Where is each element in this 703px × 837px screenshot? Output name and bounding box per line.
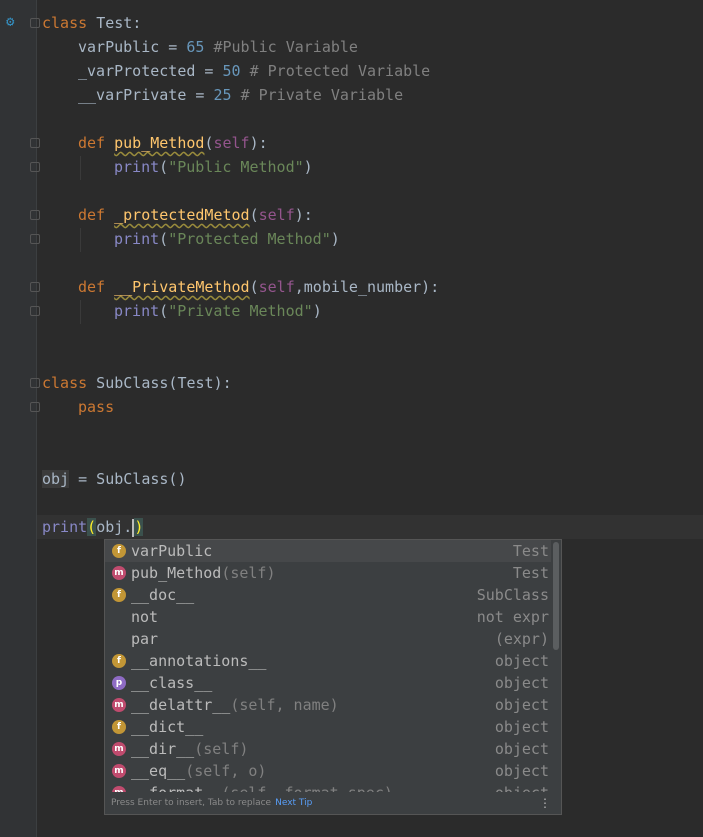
- completion-item-name: par: [131, 630, 159, 648]
- completion-item-type: object: [494, 762, 549, 780]
- field-icon: f: [112, 720, 126, 734]
- completion-item-name: __delattr__(self, name): [131, 696, 339, 714]
- completion-item[interactable]: not not expr: [105, 606, 551, 628]
- fold-marker[interactable]: [30, 306, 40, 316]
- completion-item-type: SubClass: [476, 586, 549, 604]
- method-icon: m: [112, 742, 126, 756]
- fold-marker[interactable]: [30, 138, 40, 148]
- completion-item-type: Test: [512, 542, 549, 560]
- code-line: def pub_Method(self):: [78, 134, 268, 152]
- fold-marker[interactable]: [30, 210, 40, 220]
- fold-marker[interactable]: [30, 378, 40, 388]
- code-line: def _protectedMetod(self):: [78, 206, 313, 224]
- completion-item-name: __eq__(self, o): [131, 762, 267, 780]
- completion-item-name: varPublic: [131, 542, 213, 560]
- completion-item[interactable]: f varPublic Test: [105, 540, 551, 562]
- fold-marker[interactable]: [30, 18, 40, 28]
- method-icon: m: [112, 566, 126, 580]
- completion-item[interactable]: m __eq__(self, o) object: [105, 760, 551, 782]
- fold-marker[interactable]: [30, 162, 40, 172]
- completion-item[interactable]: m pub_Method(self) Test: [105, 562, 551, 584]
- completion-item-name: pub_Method(self): [131, 564, 276, 582]
- indent-guide: [80, 300, 81, 324]
- matched-brace: ): [134, 518, 144, 536]
- comment: #Public Variable: [213, 38, 358, 56]
- matched-brace: (: [87, 518, 97, 536]
- completion-item-type: object: [494, 674, 549, 692]
- code-line: __varPrivate = 25 # Private Variable: [78, 86, 404, 104]
- completion-item-name: not: [131, 608, 159, 626]
- fold-marker[interactable]: [30, 282, 40, 292]
- override-gear-icon[interactable]: ⚙: [6, 14, 22, 30]
- code-line: pass: [78, 398, 115, 416]
- method-icon: m: [112, 698, 126, 712]
- completion-item-type: Test: [512, 564, 549, 582]
- string-literal: "Private Method": [168, 302, 313, 320]
- comment: # Private Variable: [240, 86, 404, 104]
- completion-item-name: __annotations__: [131, 652, 267, 670]
- indent-guide: [80, 156, 81, 180]
- completion-item-name: __dir__(self): [131, 740, 249, 758]
- code-line: obj = SubClass(): [42, 470, 187, 488]
- code-line-current: print(obj.): [42, 518, 144, 537]
- string-literal: "Public Method": [168, 158, 304, 176]
- gutter-divider: [36, 0, 37, 837]
- completion-item-name: __doc__: [131, 586, 195, 604]
- code-line: print("Protected Method"): [114, 230, 340, 248]
- identifier-highlight: obj: [42, 470, 70, 488]
- completion-item-type: object: [494, 718, 549, 736]
- completion-item-type: not expr: [476, 608, 549, 626]
- keyword: class: [42, 14, 88, 32]
- completion-item[interactable]: f __annotations__ object: [105, 650, 551, 672]
- footer-hint: Press Enter to insert, Tab to replace: [111, 798, 272, 808]
- code-line: varPublic = 65 #Public Variable: [78, 38, 358, 56]
- popup-scrollbar[interactable]: [553, 542, 559, 650]
- class-name: Test: [96, 14, 133, 32]
- completion-item[interactable]: f __dict__ object: [105, 716, 551, 738]
- code-line: print("Private Method"): [114, 302, 322, 320]
- next-tip-link[interactable]: Next Tip: [275, 798, 312, 808]
- fold-marker[interactable]: [30, 234, 40, 244]
- comment: # Protected Variable: [249, 62, 431, 80]
- method-icon: m: [112, 764, 126, 778]
- code-line: def __PrivateMethod(self,mobile_number):: [78, 278, 440, 296]
- field-icon: f: [112, 544, 126, 558]
- code-line: _varProtected = 50 # Protected Variable: [78, 62, 431, 80]
- completion-item[interactable]: f __doc__ SubClass: [105, 584, 551, 606]
- completion-item[interactable]: par (expr): [105, 628, 551, 650]
- field-icon: f: [112, 654, 126, 668]
- completion-item-type: object: [494, 652, 549, 670]
- completion-popup[interactable]: f varPublic Test m pub_Method(self) Test f __do…: [104, 539, 562, 815]
- method-name: _protectedMetod: [114, 206, 250, 224]
- completion-item-name: __class__: [131, 674, 213, 692]
- code-line: class Test:: [42, 14, 142, 32]
- method-name: __PrivateMethod: [114, 278, 250, 296]
- completion-item[interactable]: p __class__ object: [105, 672, 551, 694]
- code-line: print("Public Method"): [114, 158, 313, 176]
- completion-item-type: object: [494, 696, 549, 714]
- completion-item[interactable]: m __delattr__(self, name) object: [105, 694, 551, 716]
- completion-item-type: (expr): [494, 630, 549, 648]
- more-options-icon[interactable]: ⋮: [539, 792, 551, 814]
- method-name: pub_Method: [114, 134, 205, 152]
- property-icon: p: [112, 676, 126, 690]
- completion-item[interactable]: m __dir__(self) object: [105, 738, 551, 760]
- completion-item-name: __dict__: [131, 718, 204, 736]
- completion-item-type: object: [494, 740, 549, 758]
- indent-guide: [80, 228, 81, 252]
- editor-gutter: [0, 0, 36, 837]
- popup-footer: Press Enter to insert, Tab to replace Nex…: [105, 792, 561, 814]
- fold-marker[interactable]: [30, 402, 40, 412]
- string-literal: "Protected Method": [168, 230, 331, 248]
- code-line: class SubClass(Test):: [42, 374, 232, 392]
- field-icon: f: [112, 588, 126, 602]
